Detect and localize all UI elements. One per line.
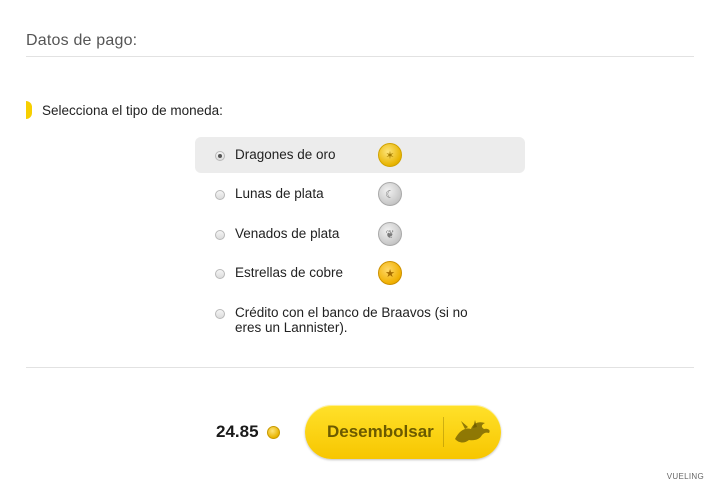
currency-prompt: Selecciona el tipo de moneda: <box>26 100 223 120</box>
silver-stag-coin-icon: ❦ <box>378 222 402 246</box>
divider-top <box>26 56 694 57</box>
option-label: Estrellas de cobre <box>235 265 344 280</box>
radio-button[interactable] <box>215 190 225 200</box>
pay-button-label: Desembolsar <box>327 422 434 441</box>
currency-prompt-label: Selecciona el tipo de moneda: <box>42 102 223 118</box>
total-amount: 24.85 <box>216 422 280 442</box>
prompt-marker <box>26 101 32 119</box>
gold-coin-icon <box>266 425 280 439</box>
option-label: Lunas de plata <box>235 186 324 201</box>
option-label: Venados de plata <box>235 226 340 241</box>
radio-button[interactable] <box>215 151 225 161</box>
copper-star-coin-icon: ★ <box>378 261 402 285</box>
option-label: Crédito con el banco de Braavos (si no e… <box>235 305 468 335</box>
radio-button[interactable] <box>215 309 225 319</box>
button-separator <box>443 417 444 447</box>
option-credito-braavos[interactable]: Crédito con el banco de Braavos (si no e… <box>195 295 525 335</box>
option-estrellas-de-cobre[interactable]: Estrellas de cobre ★ <box>195 255 525 291</box>
gold-dragon-coin-icon: ✶ <box>378 143 402 167</box>
option-venados-de-plata[interactable]: Venados de plata ❦ <box>195 216 525 252</box>
dragon-icon <box>455 420 490 443</box>
total-amount-value: 24.85 <box>216 422 259 441</box>
option-dragones-de-oro[interactable]: Dragones de oro ✶ <box>195 137 525 173</box>
page-title: Datos de pago: <box>26 32 138 49</box>
divider-bottom <box>26 367 694 368</box>
silver-moon-coin-icon: ☾ <box>378 182 402 206</box>
radio-button[interactable] <box>215 269 225 279</box>
pay-button[interactable]: Desembolsar <box>305 405 501 459</box>
watermark-credit: VUELING <box>666 472 704 481</box>
radio-button[interactable] <box>215 230 225 240</box>
option-lunas-de-plata[interactable]: Lunas de plata ☾ <box>195 176 525 212</box>
option-label: Dragones de oro <box>235 147 336 162</box>
